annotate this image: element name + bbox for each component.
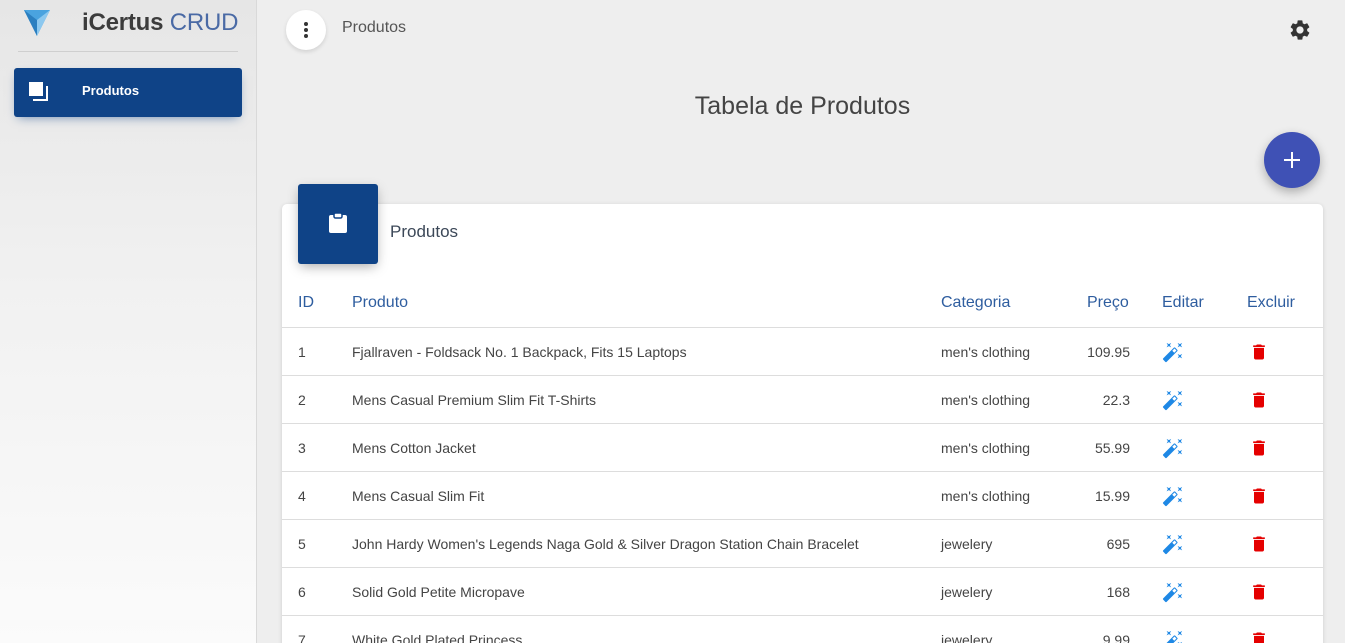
cell-preco: 168: [1106, 584, 1130, 600]
cell-produto: White Gold Plated Princess: [352, 632, 523, 643]
cell-categoria: men's clothing: [941, 488, 1031, 504]
cell-id: 2: [298, 392, 306, 408]
cell-produto: Mens Casual Premium Slim Fit T-Shirts: [352, 392, 597, 408]
table-row: 1 Fjallraven - Foldsack No. 1 Backpack, F…: [282, 328, 1323, 376]
card-header-icon-box: [298, 184, 378, 264]
table-row: 7 White Gold Plated Princess jewelery 9.99: [282, 616, 1323, 643]
cell-preco: 15.99: [1094, 488, 1130, 504]
trash-icon[interactable]: [1249, 342, 1269, 362]
plus-icon: [1284, 152, 1300, 168]
cell-categoria: jewelery: [941, 584, 993, 600]
library-books-icon: [29, 82, 48, 101]
add-product-button[interactable]: [1264, 132, 1320, 188]
brand-name-bold: iCertus: [82, 9, 164, 36]
cell-categoria: men's clothing: [941, 440, 1031, 456]
cell-id: 3: [298, 440, 306, 456]
brand-name-light: CRUD: [169, 9, 239, 36]
topbar-title: Produtos: [342, 19, 407, 36]
cell-produto: Solid Gold Petite Micropave: [352, 584, 525, 600]
brand-divider: [18, 51, 238, 52]
cell-id: 5: [298, 536, 306, 552]
cell-preco: 9.99: [1102, 632, 1130, 643]
more-vert-icon: [304, 22, 308, 38]
cell-id: 1: [298, 344, 306, 360]
cell-preco: 109.95: [1087, 344, 1130, 360]
table-row: 5 John Hardy Women's Legends Naga Gold & …: [282, 520, 1323, 568]
cell-preco: 22.3: [1102, 392, 1130, 408]
cell-preco: 55.99: [1094, 440, 1130, 456]
magic-wand-icon[interactable]: [1162, 533, 1184, 555]
magic-wand-icon[interactable]: [1162, 629, 1184, 643]
cell-produto: John Hardy Women's Legends Naga Gold & S…: [352, 536, 859, 552]
column-header-editar: Editar: [1162, 294, 1204, 311]
trash-icon[interactable]: [1249, 390, 1269, 410]
magic-wand-icon[interactable]: [1162, 437, 1184, 459]
table-row: 3 Mens Cotton Jacket men's clothing 55.99: [282, 424, 1323, 472]
magic-wand-icon[interactable]: [1162, 581, 1184, 603]
clipboard-icon: [329, 212, 347, 233]
table-row: 4 Mens Casual Slim Fit men's clothing 15.99: [282, 472, 1323, 520]
cell-categoria: jewelery: [941, 632, 993, 643]
cell-preco: 695: [1106, 536, 1130, 552]
magic-wand-icon[interactable]: [1162, 341, 1184, 363]
table-row: 2 Mens Casual Premium Slim Fit T-Shirts me…: [282, 376, 1323, 424]
cell-categoria: men's clothing: [941, 344, 1031, 360]
trash-icon[interactable]: [1249, 438, 1269, 458]
card-title: Produtos: [390, 222, 459, 241]
cell-id: 4: [298, 488, 306, 504]
sidebar-item-label: Produtos: [82, 83, 140, 98]
sidebar-item-produtos[interactable]: Produtos: [14, 68, 242, 117]
cell-categoria: men's clothing: [941, 392, 1031, 408]
column-header-excluir: Excluir: [1247, 294, 1296, 311]
cell-id: 6: [298, 584, 306, 600]
cell-produto: Mens Casual Slim Fit: [352, 488, 485, 504]
trash-icon[interactable]: [1249, 630, 1269, 643]
trash-icon[interactable]: [1249, 582, 1269, 602]
column-header-preco[interactable]: Preço: [1087, 294, 1129, 312]
cell-produto: Fjallraven - Foldsack No. 1 Backpack, Fi…: [352, 344, 687, 360]
trash-icon[interactable]: [1249, 486, 1269, 506]
table-row: 6 Solid Gold Petite Micropave jewelery 168: [282, 568, 1323, 616]
more-menu-button[interactable]: [286, 10, 326, 50]
sidebar: iCertus CRUD Produtos: [0, 0, 257, 643]
trash-icon[interactable]: [1249, 534, 1269, 554]
column-header-categoria[interactable]: Categoria: [941, 294, 1010, 312]
cell-categoria: jewelery: [941, 536, 993, 552]
column-header-id[interactable]: ID: [298, 294, 314, 312]
magic-wand-icon[interactable]: [1162, 389, 1184, 411]
brand-name: iCertus CRUD: [82, 8, 238, 38]
cell-id: 7: [298, 632, 306, 643]
column-header-produto[interactable]: Produto: [352, 294, 408, 312]
gear-icon[interactable]: [1288, 18, 1312, 42]
page-title: Tabela de Produtos: [694, 92, 911, 120]
brand[interactable]: iCertus CRUD: [0, 0, 257, 52]
magic-wand-icon[interactable]: [1162, 485, 1184, 507]
triangle-logo-icon: [24, 10, 50, 36]
cell-produto: Mens Cotton Jacket: [352, 440, 476, 456]
